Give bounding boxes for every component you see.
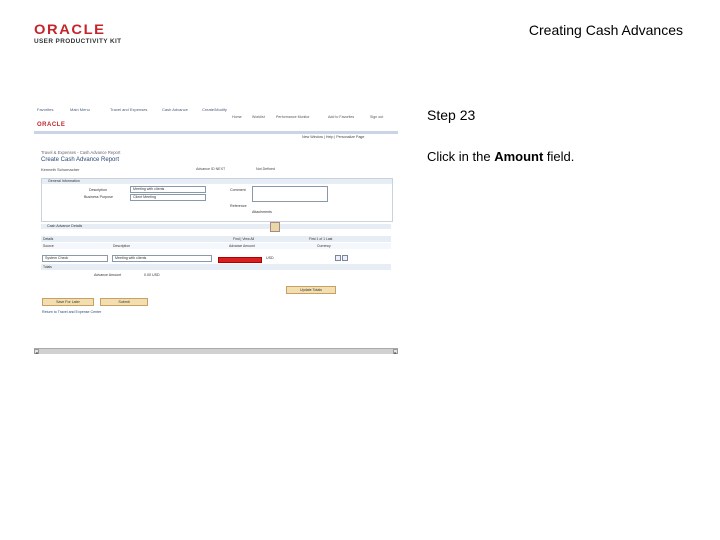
find-view-link[interactable]: Find | View All [233, 237, 254, 241]
advance-amount-value: 0.00 USD [144, 273, 160, 277]
row-description-field[interactable]: Meeting with clients [112, 255, 212, 262]
step-instruction: Click in the Amount field. [427, 149, 574, 164]
menu-signout[interactable]: Sign out [370, 115, 383, 119]
document-title: Creating Cash Advances [528, 22, 683, 38]
app-logo: ORACLE [37, 122, 66, 128]
scroll-right-arrow-icon[interactable]: ▸ [393, 349, 398, 354]
col-description: Description [113, 244, 130, 248]
menu-home[interactable]: Home [232, 115, 242, 119]
advance-id-value: NEXT [215, 167, 226, 171]
col-amount: Advance Amount [229, 244, 255, 248]
amount-field-highlight[interactable] [218, 257, 262, 263]
nav-bar: Favorites Main Menu Travel and Expenses … [34, 107, 398, 113]
nav-create-modify[interactable]: Create/Modify [202, 107, 227, 112]
business-purpose-select[interactable]: Client Meeting [130, 194, 206, 201]
personalize-link[interactable]: Personalize Page [336, 135, 364, 139]
advance-id: Advance ID NEXT [196, 167, 225, 171]
update-totals-button[interactable]: Update Totals [286, 286, 336, 294]
nav-travel[interactable]: Travel and Expenses [110, 107, 147, 112]
totals-header: Totals [41, 264, 391, 270]
reference-label: Reference [230, 204, 247, 208]
instruction-suffix: field. [543, 149, 575, 164]
nav-cash-advance[interactable]: Cash Advance [162, 107, 188, 112]
logo-brand: ORACLE [34, 21, 106, 37]
advance-id-label: Advance ID [196, 167, 215, 171]
logo-product: USER PRODUCTIVITY KIT [34, 38, 122, 45]
column-headers: Source Description Advance Amount Curren… [41, 243, 391, 249]
row-currency: USD [266, 256, 274, 260]
comment-label: Comment [230, 188, 246, 192]
menu-performance[interactable]: Performance Monitor [276, 115, 310, 119]
details-grid-header: Details Find | View All First 1 of 1 Las… [41, 236, 391, 242]
page-title: Create Cash Advance Report [41, 157, 120, 163]
scroll-left-arrow-icon[interactable]: ◂ [34, 349, 39, 354]
new-window-link[interactable]: New Window [302, 135, 323, 139]
menu-worklist[interactable]: Worklist [252, 115, 265, 119]
status-text: Not Defined [256, 167, 275, 171]
details-section: Cash Advance Details [41, 224, 391, 230]
attachment-icon[interactable] [270, 222, 280, 232]
comment-field[interactable] [252, 186, 328, 202]
page-links: New Window | Help | Personalize Page [302, 135, 365, 139]
delete-row-icon[interactable] [342, 255, 348, 261]
source-select[interactable]: System Check [42, 255, 108, 262]
breadcrumb: Travel & Expenses - Cash Advance Report [41, 150, 121, 155]
advance-amount-label: Advance Amount [94, 273, 122, 277]
horizontal-scrollbar[interactable]: ◂ ▸ [34, 348, 398, 354]
header-divider [34, 131, 398, 134]
nav-favorites[interactable]: Favorites [37, 107, 53, 112]
instruction-prefix: Click in the [427, 149, 495, 164]
application-screenshot: Favorites Main Menu Travel and Expenses … [34, 104, 398, 354]
description-field[interactable]: Meeting with clients [130, 186, 206, 193]
attachments-link[interactable]: Attachments [252, 210, 272, 214]
nav-main-menu[interactable]: Main Menu [70, 107, 90, 112]
help-link[interactable]: Help [326, 135, 333, 139]
employee-name: Kenneth Schumacher [41, 167, 80, 172]
business-purpose-label: Business Purpose [84, 195, 113, 199]
save-for-later-button[interactable]: Save For Later [42, 298, 94, 306]
submit-button[interactable]: Submit [100, 298, 148, 306]
oracle-upk-logo: ORACLE USER PRODUCTIVITY KIT [34, 22, 124, 48]
add-row-icon[interactable] [335, 255, 341, 261]
details-section-header: Cash Advance Details [41, 224, 391, 229]
general-info-header[interactable]: General Information [42, 179, 392, 184]
instruction-field: Amount [494, 149, 544, 164]
description-label: Description [89, 188, 107, 192]
col-currency: Currency [317, 244, 331, 248]
totals-label: Totals [43, 265, 52, 269]
col-source: Source [43, 244, 54, 248]
menu-favorites[interactable]: Add to Favorites [328, 115, 354, 119]
step-label: Step 23 [427, 107, 476, 123]
return-link[interactable]: Return to Travel and Expense Center [42, 310, 101, 314]
general-info-section: General Information [41, 178, 393, 222]
pager[interactable]: First 1 of 1 Last [309, 237, 332, 241]
details-label: Details [43, 237, 54, 241]
menu-bar: Home Worklist Performance Monitor Add to… [224, 114, 398, 121]
